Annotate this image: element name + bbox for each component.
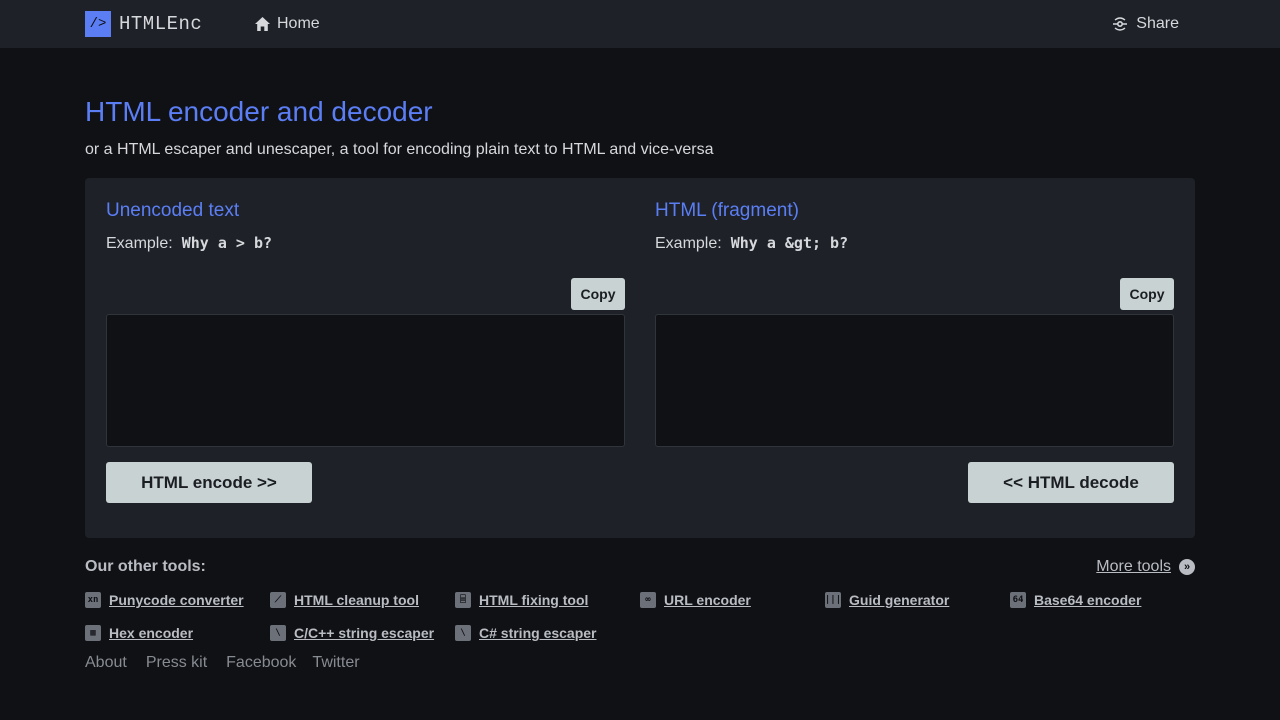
tool-label: Guid generator	[849, 592, 950, 608]
footer-twitter-link[interactable]: Twitter	[312, 654, 359, 672]
nav-home-label: Home	[277, 15, 320, 32]
example-value: Why a &gt; b?	[730, 234, 849, 252]
c-string-icon: \	[270, 625, 286, 641]
footer-press-link[interactable]: Press kit	[146, 654, 207, 672]
example-label: Example:	[106, 235, 173, 252]
logo-text: HTMLEnc	[119, 13, 203, 35]
nav-share-label: Share	[1136, 15, 1179, 32]
tool-label: URL encoder	[664, 592, 751, 608]
punycode-icon: xn	[85, 592, 101, 608]
home-icon	[255, 17, 270, 31]
example-value: Why a > b?	[181, 234, 273, 252]
tool-link-base64[interactable]: 64 Base64 encoder	[1010, 591, 1141, 609]
tool-link-fixing[interactable]: ⌸ HTML fixing tool	[455, 591, 588, 609]
tool-label: Hex encoder	[109, 625, 194, 641]
more-tools-link[interactable]: More tools »	[1096, 558, 1195, 576]
page-title: HTML encoder and decoder	[85, 96, 433, 127]
tool-link-url[interactable]: ∞ URL encoder	[640, 591, 751, 609]
copy-unencoded-button[interactable]: Copy	[571, 278, 625, 310]
example-label: Example:	[655, 235, 722, 252]
tool-link-punycode[interactable]: xn Punycode converter	[85, 591, 244, 609]
footer-facebook-link[interactable]: Facebook	[226, 654, 296, 672]
footer-about-link[interactable]: About	[85, 654, 127, 672]
double-chevron-right-icon: »	[1179, 559, 1195, 575]
tool-label: Base64 encoder	[1034, 592, 1142, 608]
converter-panel: Unencoded text Example: Why a > b? Copy …	[85, 178, 1195, 538]
top-navigation: /> HTMLEnc Home Share	[0, 0, 1280, 48]
tool-link-hex[interactable]: ▦ Hex encoder	[85, 624, 193, 642]
unencoded-title: Unencoded text	[106, 200, 240, 221]
page-subtitle: or a HTML escaper and unescaper, a tool …	[85, 141, 714, 158]
barcode-icon: |||	[825, 592, 841, 608]
html-encode-button[interactable]: HTML encode >>	[106, 462, 312, 503]
html-title: HTML (fragment)	[655, 200, 799, 221]
nav-share-link[interactable]: Share	[1112, 14, 1179, 34]
tool-link-guid[interactable]: ||| Guid generator	[825, 591, 949, 609]
tool-link-c-string[interactable]: \ C/C++ string escaper	[270, 624, 434, 642]
unencoded-example: Example: Why a > b?	[106, 234, 272, 253]
site-logo[interactable]: /> HTMLEnc	[85, 11, 202, 37]
more-tools-label: More tools	[1096, 558, 1171, 575]
link-icon: ∞	[640, 592, 656, 608]
footer: About Press kit Facebook Twitter	[85, 654, 360, 672]
csharp-string-icon: \	[455, 625, 471, 641]
tool-label: C# string escaper	[479, 625, 597, 641]
html-fragment-input[interactable]	[655, 314, 1174, 447]
tool-label: HTML cleanup tool	[294, 592, 419, 608]
unencoded-text-input[interactable]	[106, 314, 625, 447]
tool-label: HTML fixing tool	[479, 592, 589, 608]
fixing-icon: ⌸	[455, 592, 471, 608]
logo-mark-icon: />	[85, 11, 111, 37]
tool-link-cleanup[interactable]: ⟋ HTML cleanup tool	[270, 591, 419, 609]
html-column: HTML (fragment) Example: Why a &gt; b? C…	[655, 178, 1174, 538]
copy-html-button[interactable]: Copy	[1120, 278, 1174, 310]
share-icon	[1113, 17, 1128, 31]
base64-icon: 64	[1010, 592, 1026, 608]
nav-home-link[interactable]: Home	[254, 14, 320, 34]
tool-label: Punycode converter	[109, 592, 244, 608]
html-example: Example: Why a &gt; b?	[655, 234, 848, 253]
tool-link-csharp-string[interactable]: \ C# string escaper	[455, 624, 597, 642]
tool-label: C/C++ string escaper	[294, 625, 435, 641]
html-decode-button[interactable]: << HTML decode	[968, 462, 1174, 503]
other-tools-title: Our other tools:	[85, 558, 206, 575]
cleanup-icon: ⟋	[270, 592, 286, 608]
hex-icon: ▦	[85, 625, 101, 641]
unencoded-column: Unencoded text Example: Why a > b? Copy …	[106, 178, 625, 538]
